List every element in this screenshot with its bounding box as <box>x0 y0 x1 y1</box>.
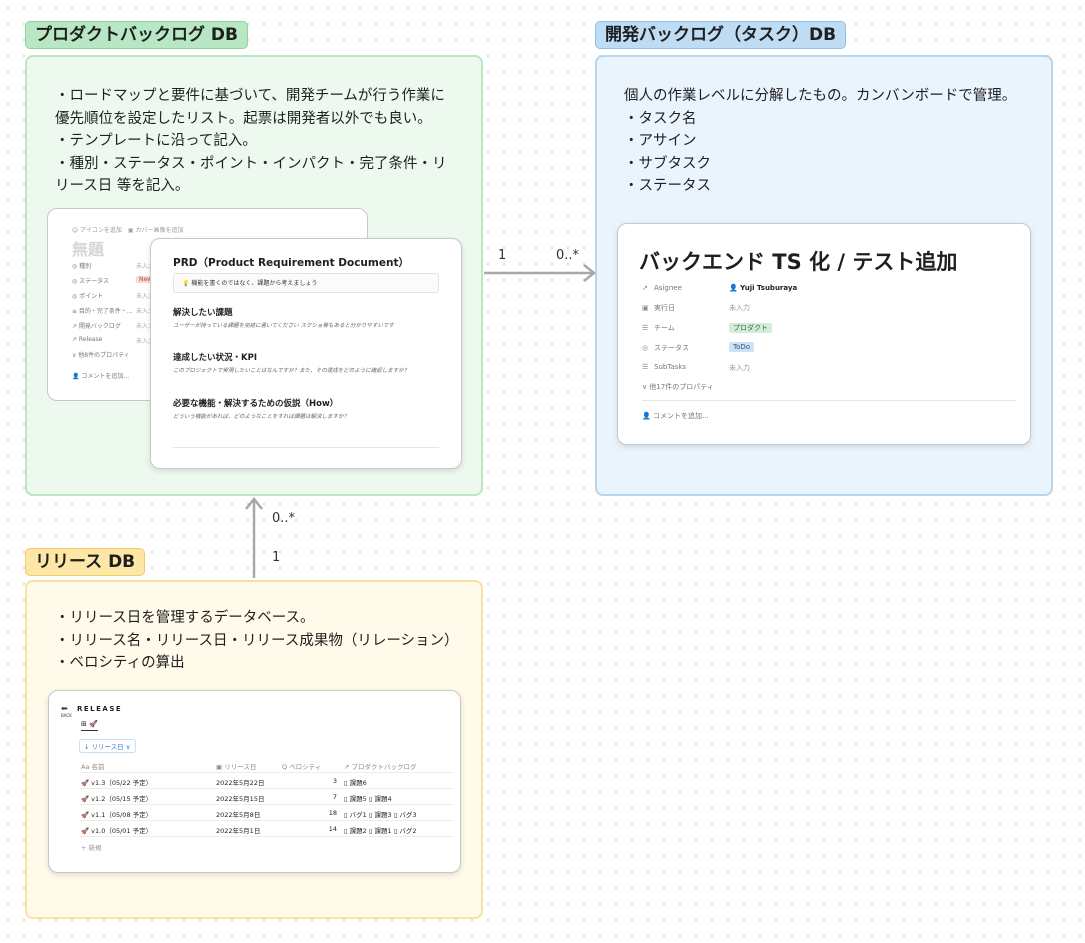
cardinality-label: 0..* <box>556 248 580 263</box>
cardinality-label: 1 <box>498 248 507 263</box>
cardinality-label: 1 <box>272 550 281 565</box>
relation-connectors <box>245 264 597 578</box>
cardinality-label: 0..* <box>272 511 296 526</box>
